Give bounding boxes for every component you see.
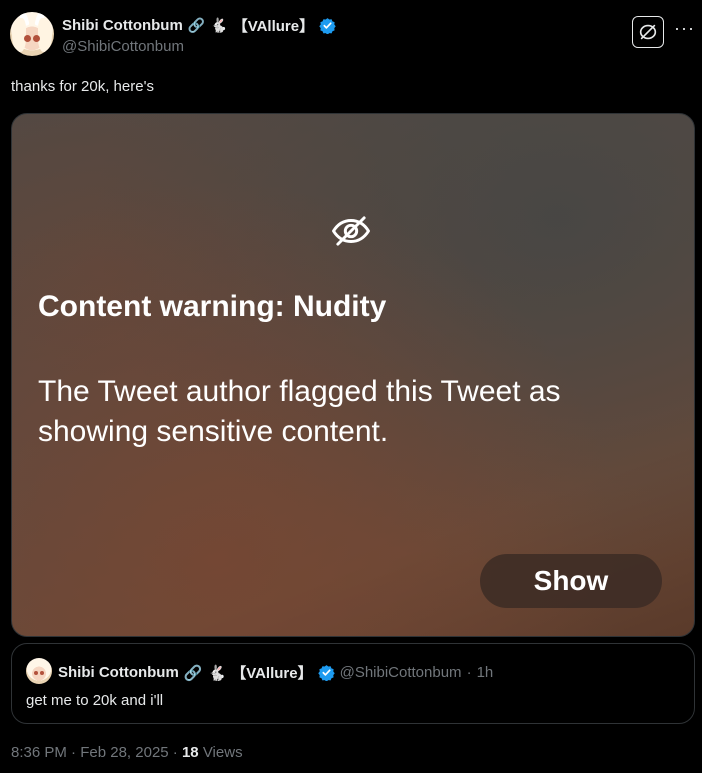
verified-badge-icon — [317, 665, 335, 681]
chain-emoji-icon: 🔗 — [183, 664, 203, 682]
author-name-line: Shibi Cottonbum 🔗 🐇 【VAllure】 — [62, 15, 336, 36]
author-handle[interactable]: @ShibiCottonbum — [62, 38, 184, 55]
quoted-author-line: Shibi Cottonbum 🔗 🐇 【VAllure】 @ShibiCott… — [58, 662, 493, 683]
tweet-page: Shibi Cottonbum 🔗 🐇 【VAllure】 @ShibiCott… — [0, 0, 702, 773]
verified-badge-icon[interactable] — [319, 17, 336, 34]
rabbit-emoji-icon: 🐇 — [210, 17, 228, 33]
quoted-separator: · — [466, 664, 472, 681]
quoted-tweet[interactable]: Shibi Cottonbum 🔗 🐇 【VAllure】 @ShibiCott… — [11, 643, 695, 724]
content-warning-title: Content warning: Nudity — [38, 290, 387, 323]
quoted-handle: @ShibiCottonbum — [339, 664, 462, 681]
quoted-display-name: Shibi Cottonbum — [58, 664, 179, 681]
meta-separator: · — [172, 744, 178, 761]
hide-media-button[interactable] — [632, 16, 664, 48]
quoted-tweet-text: get me to 20k and i'll — [26, 692, 164, 709]
author-display-name[interactable]: Shibi Cottonbum — [62, 17, 183, 34]
tweet-header: Shibi Cottonbum 🔗 🐇 【VAllure】 @ShibiCott… — [10, 12, 695, 62]
chain-emoji-icon: 🔗 — [187, 17, 206, 33]
content-warning-body: The Tweet author flagged this Tweet as s… — [38, 375, 561, 448]
sensitive-media-card[interactable]: Content warning: Nudity The Tweet author… — [11, 113, 695, 637]
tweet-time[interactable]: 8:36 PM — [11, 744, 67, 761]
show-media-button[interactable]: Show — [480, 554, 662, 608]
tweet-date[interactable]: Feb 28, 2025 — [80, 744, 168, 761]
more-options-icon[interactable]: ··· — [674, 18, 695, 39]
eye-off-icon — [639, 24, 657, 40]
eye-off-icon — [332, 216, 370, 246]
quoted-avatar[interactable] — [26, 658, 52, 684]
tweet-text: thanks for 20k, here's — [11, 78, 154, 95]
tweet-meta: 8:36 PM · Feb 28, 2025 · 18 Views — [11, 744, 243, 761]
views-label: Views — [202, 744, 243, 761]
avatar[interactable] — [10, 12, 54, 56]
rabbit-emoji-icon: 🐇 — [207, 664, 227, 682]
views-count: 18 — [181, 744, 199, 761]
quoted-author-tag: 【VAllure】 — [231, 665, 313, 682]
meta-separator: · — [71, 744, 77, 761]
quoted-age: 1h — [476, 664, 494, 681]
author-tag: 【VAllure】 — [232, 18, 315, 35]
